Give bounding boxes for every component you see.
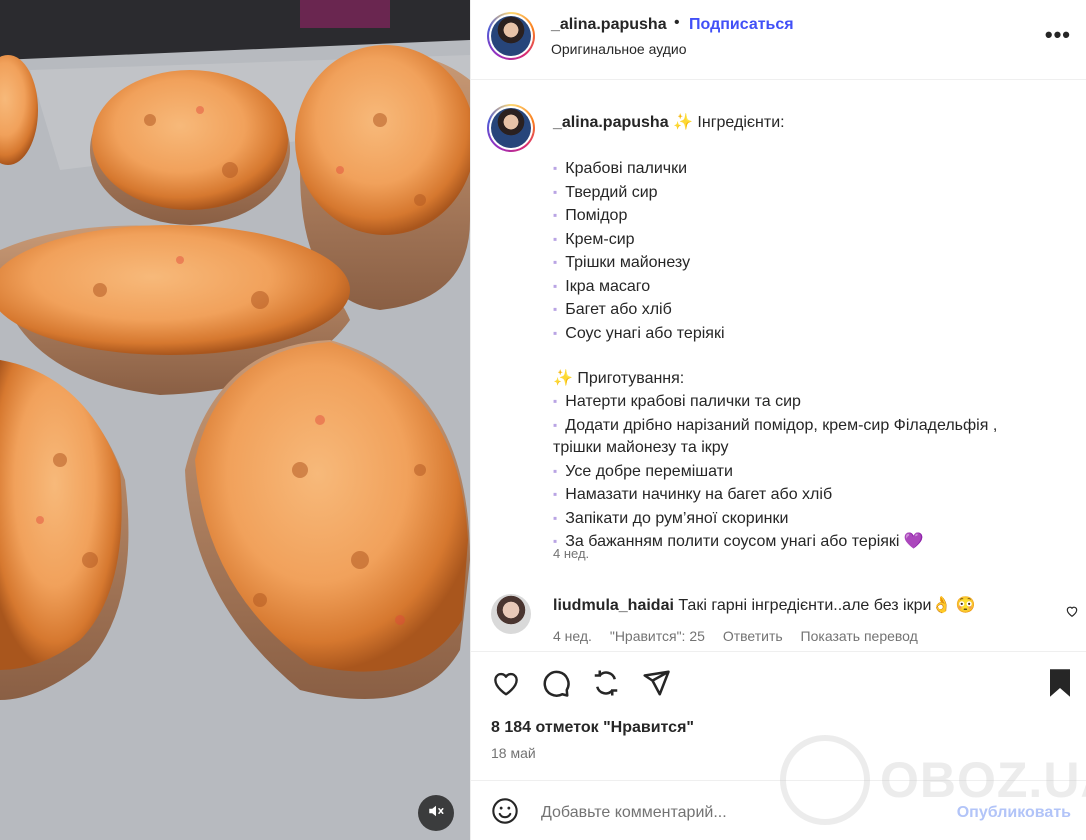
- bullet-icon: ▪: [553, 417, 558, 432]
- ingredient-item: ▪ Твердий сир: [553, 181, 1073, 205]
- bullet-icon: ▪: [553, 208, 558, 222]
- commenter-avatar[interactable]: [491, 594, 531, 634]
- ingredient-item: ▪ Крабові палички: [553, 157, 1073, 181]
- comment-text: Такі гарні інгредієнти..але без ікри👌 😳: [678, 597, 976, 614]
- ingredient-item: ▪ Трішки майонезу: [553, 251, 1073, 275]
- step-item-text: трішки майонезу та ікру: [553, 439, 729, 456]
- likes-count[interactable]: 8 184 отметок "Нравится": [491, 719, 694, 737]
- step-item-text: Запікати до рум’яної скоринки: [565, 509, 789, 527]
- bullet-icon: ▪: [553, 278, 558, 293]
- share-icon[interactable]: [591, 668, 621, 698]
- post-media[interactable]: [0, 0, 470, 840]
- prep-title: ✨ Приготування:: [553, 369, 685, 387]
- step-item: ▪ Натерти крабові палички та сир: [553, 390, 1073, 414]
- reply-button[interactable]: Ответить: [723, 628, 783, 644]
- step-item-text: Усе добре перемішати: [565, 462, 733, 480]
- bullet-icon: ▪: [553, 255, 558, 269]
- ingredients-list: ▪ Крабові палички ▪ Твердий сир ▪ Помідор ▪ Кре…: [553, 157, 1073, 345]
- step-item-text: Натерти крабові палички та сир: [565, 393, 801, 410]
- emoji-icon[interactable]: [491, 797, 519, 830]
- ingredient-item-text: Помідор: [565, 207, 628, 224]
- comment-input[interactable]: [541, 799, 941, 827]
- step-item: ▪ Додати дрібно нарізаний помідор, крем-с…: [553, 414, 1073, 438]
- caption-username[interactable]: _alina.papusha: [553, 114, 669, 131]
- step-item: ▪ Усе добре перемішати: [553, 460, 1073, 484]
- comment-item: liudmula_haidai Такі гарні інгредієнти..…: [471, 590, 1086, 650]
- ingredient-item-text: Багет або хліб: [565, 301, 672, 318]
- comment-time: 4 нед.: [553, 628, 592, 644]
- mute-button[interactable]: [418, 795, 454, 831]
- comment-body: liudmula_haidai Такі гарні інгредієнти..…: [553, 595, 976, 615]
- caption-time[interactable]: 4 нед.: [553, 546, 589, 561]
- author-username[interactable]: _alina.papusha: [551, 16, 667, 34]
- bullet-icon: ▪: [553, 231, 558, 246]
- step-item: ▪ Намазати начинку на багет або хліб: [553, 483, 1073, 507]
- caption-intro: ✨ Інгредієнти:: [673, 114, 785, 131]
- ingredient-item-text: Соус унагі або теріякі: [565, 324, 725, 342]
- author-avatar[interactable]: [487, 12, 535, 60]
- step-item: трішки майонезу та ікру: [553, 437, 1073, 460]
- add-comment-bar: Опубликовать: [471, 780, 1086, 840]
- translate-button[interactable]: Показать перевод: [801, 628, 918, 644]
- post-date: 18 май: [491, 745, 536, 761]
- ingredient-item-text: Ікра масаго: [565, 277, 651, 295]
- step-item-text: Додати дрібно нарізаний помідор, крем-си…: [565, 416, 998, 434]
- ingredient-item: ▪ Крем-сир: [553, 228, 1073, 252]
- step-item-text: Намазати начинку на багет або хліб: [565, 486, 833, 503]
- more-dots-icon[interactable]: •••: [1045, 22, 1071, 48]
- comment-icon[interactable]: [541, 668, 571, 698]
- post-comment-button[interactable]: Опубликовать: [957, 804, 1071, 822]
- bookmark-icon[interactable]: [1047, 668, 1077, 698]
- bullet-icon: ▪: [553, 463, 558, 478]
- bullet-icon: ▪: [553, 302, 558, 316]
- sound-off-icon: [427, 802, 445, 825]
- ingredient-item: ▪ Багет або хліб: [553, 298, 1073, 322]
- comment-meta: 4 нед. "Нравится": 25 Ответить Показать …: [553, 628, 932, 644]
- action-bar: 8 184 отметок "Нравится" 18 май: [471, 651, 1086, 781]
- post-header: _alina.papusha • Подписаться Оригинально…: [471, 0, 1086, 80]
- ingredient-item-text: Твердий сир: [565, 183, 658, 201]
- caption-avatar[interactable]: [487, 104, 535, 152]
- comment-likes[interactable]: "Нравится": 25: [610, 628, 705, 644]
- step-item: ▪ За бажанням полити соусом унагі або тер…: [553, 530, 1073, 554]
- post-panel: _alina.papusha • Подписаться Оригинально…: [470, 0, 1086, 840]
- commenter-username[interactable]: liudmula_haidai: [553, 597, 674, 614]
- send-icon[interactable]: [641, 668, 671, 698]
- ingredient-item-text: Трішки майонезу: [565, 254, 691, 271]
- separator-dot: •: [674, 14, 680, 31]
- ingredient-item: ▪ Соус унагі або теріякі: [553, 322, 1073, 346]
- steps-list: ▪ Натерти крабові палички та сир ▪ Додати д…: [553, 390, 1073, 554]
- ingredient-item: ▪ Ікра масаго: [553, 275, 1073, 299]
- heart-icon[interactable]: [491, 668, 521, 698]
- comment-heart-icon[interactable]: [1065, 604, 1079, 623]
- bullet-icon: ▪: [553, 487, 558, 501]
- caption-text: _alina.papusha ✨ Інгредієнти: ▪ Крабові п…: [553, 112, 1073, 554]
- ingredient-item-text: Крем-сир: [565, 230, 635, 248]
- ingredient-item-text: Крабові палички: [565, 160, 688, 177]
- audio-label[interactable]: Оригинальное аудио: [551, 41, 687, 57]
- food-photo: [0, 0, 470, 840]
- follow-button[interactable]: Подписаться: [689, 16, 794, 34]
- step-item: ▪ Запікати до рум’яної скоринки: [553, 507, 1073, 531]
- bullet-icon: ▪: [553, 510, 558, 525]
- step-item-text: За бажанням полити соусом унагі або тері…: [565, 533, 924, 550]
- bullet-icon: ▪: [553, 325, 558, 340]
- bullet-icon: ▪: [553, 394, 558, 408]
- bullet-icon: ▪: [553, 184, 558, 199]
- bullet-icon: ▪: [553, 161, 558, 175]
- ingredient-item: ▪ Помідор: [553, 204, 1073, 228]
